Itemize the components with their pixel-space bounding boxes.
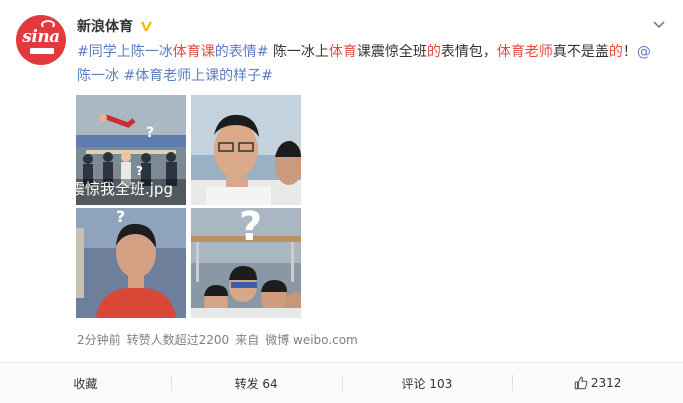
post-source[interactable]: 微博 weibo.com <box>265 331 358 348</box>
post-meta: 2分钟前 转赞人数超过2200 来自 微博 weibo.com <box>77 331 358 348</box>
comment-button[interactable]: 评论 103 <box>341 363 513 403</box>
image-tile-3[interactable]: ? <box>76 208 186 318</box>
svg-text:?: ? <box>136 164 143 178</box>
reposts-note: 转赞人数超过2200 <box>126 333 230 347</box>
favorite-button[interactable]: 收藏 <box>0 363 171 403</box>
source-prefix: 来自 <box>235 333 260 347</box>
image-tile-2[interactable] <box>191 95 301 205</box>
hashtag-link[interactable]: #同学上陈一冰体育课的表情# <box>77 44 268 60</box>
chevron-down-icon[interactable] <box>651 16 667 32</box>
image-tile-1[interactable]: ? ? 震惊我全班.jpg <box>76 95 186 205</box>
question-mark-icon: ? <box>116 208 125 226</box>
verified-icon <box>140 21 153 31</box>
post-header: 新浪体育 <box>77 16 154 36</box>
avatar[interactable]: sina <box>16 15 66 65</box>
hashtag-link-2[interactable]: #体育老师上课的样子# <box>123 68 272 84</box>
post-time[interactable]: 2分钟前 <box>77 331 121 348</box>
repost-button[interactable]: 转发 64 <box>170 363 342 403</box>
thumbs-up-icon <box>574 376 588 390</box>
avatar-logo-text: sina <box>22 27 60 47</box>
svg-text:?: ? <box>146 125 154 141</box>
post-text: #同学上陈一冰体育课的表情# 陈一冰上体育课震惊全班的表情包，体育老师真不是盖的… <box>77 44 651 84</box>
username[interactable]: 新浪体育 <box>77 16 133 36</box>
question-mark-icon-large: ? <box>239 208 262 250</box>
image-caption: 震惊我全班.jpg <box>76 180 173 198</box>
image-grid: ? ? 震惊我全班.jpg ? ? <box>76 95 302 318</box>
avatar-logo-subtext <box>30 48 54 54</box>
image-tile-4[interactable]: ? <box>191 208 301 318</box>
action-bar: 收藏 转发 64 评论 103 2312 <box>0 363 683 403</box>
like-button[interactable]: 2312 <box>512 363 683 403</box>
